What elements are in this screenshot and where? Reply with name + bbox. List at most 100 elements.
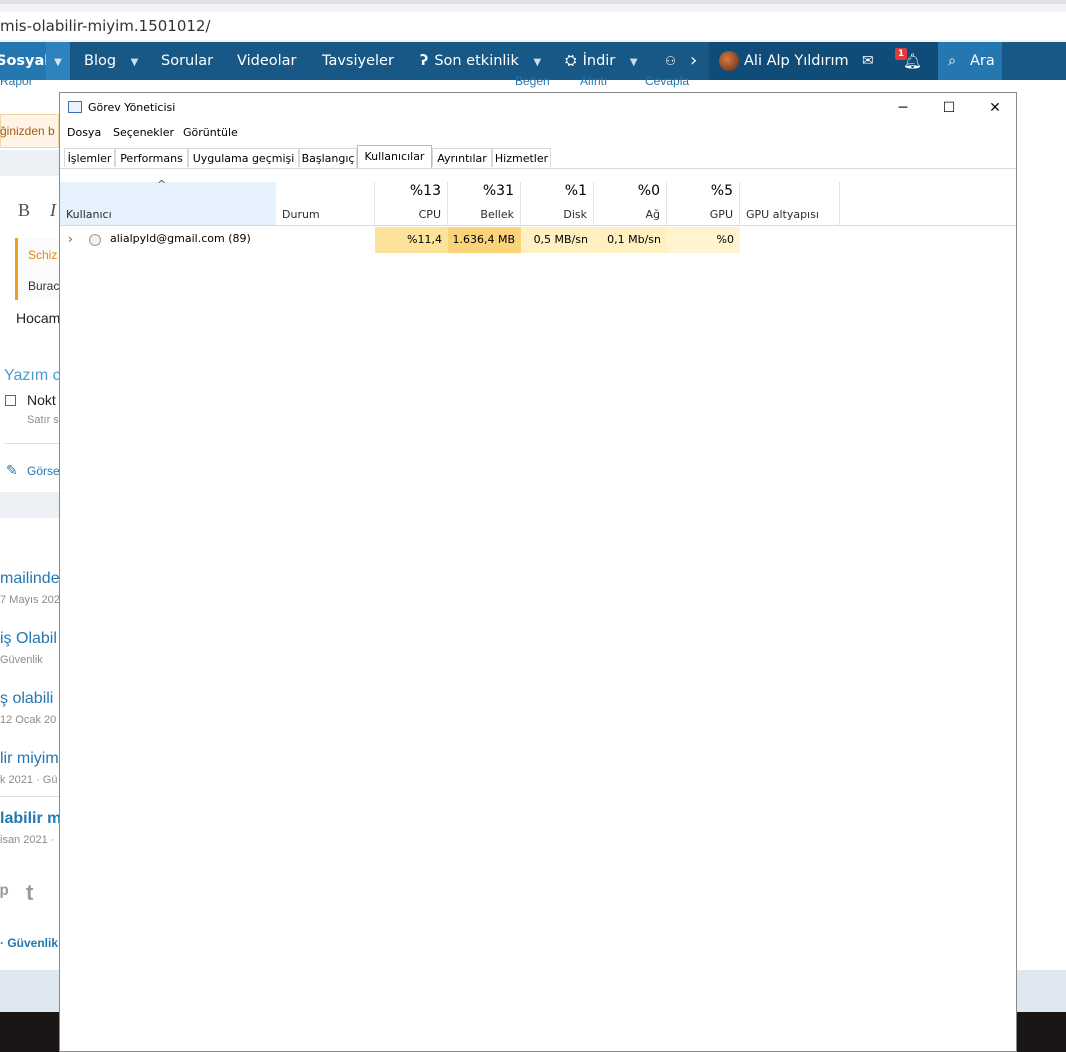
like-link[interactable]: Beğen bbox=[515, 74, 550, 88]
cpu-cell: %11,4 bbox=[375, 227, 448, 253]
question-icon: ʔ bbox=[420, 53, 429, 69]
checkbox-label: Nokt bbox=[27, 392, 56, 408]
avatar bbox=[719, 51, 739, 71]
task-manager-icon bbox=[68, 101, 82, 113]
column-label-user: Kullanıcı bbox=[66, 208, 112, 221]
close-button[interactable]: ✕ bbox=[972, 93, 1018, 123]
column-header-gpu[interactable]: %5 GPU bbox=[667, 182, 740, 226]
nav-item-sorular[interactable]: Sorular bbox=[161, 42, 213, 80]
title-bar[interactable]: Görev Yöneticisi ─ ☐ ✕ bbox=[60, 93, 1016, 123]
search-icon: ⌕ bbox=[948, 53, 957, 69]
tab-hizmetler[interactable]: Hizmetler bbox=[492, 148, 551, 167]
tab-baslangic[interactable]: Başlangıç bbox=[299, 148, 357, 167]
similar-meta-4: k 2021 · Gü bbox=[0, 774, 58, 786]
column-header-disk[interactable]: %1 Disk bbox=[521, 182, 594, 226]
footer-breadcrumb[interactable]: · Güvenlik bbox=[0, 936, 58, 950]
section-separator bbox=[0, 492, 59, 518]
header-divider bbox=[60, 225, 1016, 226]
column-pct-cpu: %13 bbox=[409, 183, 441, 199]
menu-goruntule[interactable]: Görüntüle bbox=[183, 126, 238, 139]
nav-label-indir: İndir bbox=[582, 53, 616, 69]
tab-ayrintilar[interactable]: Ayrıntılar bbox=[432, 148, 492, 167]
divider bbox=[4, 443, 59, 444]
column-header-status[interactable]: Durum bbox=[276, 182, 375, 226]
sort-arrow-icon: ^ bbox=[157, 178, 167, 191]
similar-meta-1: 7 Mayıs 202 bbox=[0, 594, 60, 606]
similar-title-5[interactable]: labilir m bbox=[0, 810, 61, 828]
menu-dosya[interactable]: Dosya bbox=[67, 126, 101, 139]
maximize-button[interactable]: ☐ bbox=[926, 93, 972, 123]
column-label-status: Durum bbox=[282, 208, 320, 221]
gpu-cell: %0 bbox=[667, 227, 740, 253]
similar-meta-5: isan 2021 · bbox=[0, 834, 55, 846]
column-label-network: Ağ bbox=[645, 208, 660, 221]
bell-icon[interactable]: 🔔︎ bbox=[903, 42, 922, 80]
nav-label-blog: Blog bbox=[84, 53, 117, 69]
report-link[interactable]: Rapor bbox=[0, 74, 33, 88]
network-cell: 0,1 Mb/sn bbox=[594, 227, 667, 253]
memory-cell: 1.636,4 MB bbox=[448, 227, 521, 253]
task-manager-window: Görev Yöneticisi ─ ☐ ✕ Dosya Seçenekler … bbox=[59, 92, 1017, 1052]
status-cell bbox=[276, 227, 375, 253]
column-header-network[interactable]: %0 Ağ bbox=[594, 182, 667, 226]
chevron-down-icon: ▼ bbox=[629, 57, 638, 68]
nav-label-sosyal: Sosyal bbox=[0, 53, 50, 69]
menu-secenekler[interactable]: Seçenekler bbox=[113, 126, 174, 139]
gpu-engine-cell bbox=[740, 227, 840, 253]
tab-kullanicilar[interactable]: Kullanıcılar bbox=[357, 145, 432, 168]
italic-button[interactable]: I bbox=[50, 200, 56, 221]
table-row[interactable]: › alialpyld@gmail.com (89) %11,4 1.636,4… bbox=[60, 227, 1016, 253]
tab-islemler[interactable]: İşlemler bbox=[64, 148, 115, 167]
column-header-gpu-engine[interactable]: GPU altyapısı bbox=[740, 182, 840, 226]
divider bbox=[0, 796, 59, 797]
checkbox[interactable] bbox=[5, 395, 16, 406]
disk-cell: 0,5 MB/sn bbox=[521, 227, 594, 253]
column-label-disk: Disk bbox=[563, 208, 587, 221]
tumblr-icon[interactable]: t bbox=[26, 880, 33, 906]
address-field[interactable]: mis-olabilir-miyim.1501012/ bbox=[0, 12, 1066, 40]
checkbox-sub: Satır s bbox=[27, 414, 59, 426]
user-menu[interactable]: Ali Alp Yıldırım ✉ 1 🔔︎ bbox=[709, 42, 944, 80]
column-header-user[interactable]: ^ Kullanıcı bbox=[60, 178, 276, 226]
similar-title-2[interactable]: iş Olabil bbox=[0, 630, 57, 648]
chevron-down-icon[interactable]: ▼ bbox=[46, 42, 70, 80]
column-label-gpu-engine: GPU altyapısı bbox=[746, 208, 819, 221]
bold-button[interactable]: B bbox=[18, 200, 30, 221]
attach-label[interactable]: Görse bbox=[27, 464, 60, 478]
user-name-cell: alialpyld@gmail.com (89) bbox=[110, 232, 251, 245]
similar-meta-2: Güvenlik bbox=[0, 654, 43, 666]
browser-url-bar[interactable]: mis-olabilir-miyim.1501012/ bbox=[0, 0, 1066, 42]
chevron-down-icon: ▼ bbox=[130, 57, 139, 68]
similar-meta-3: 12 Ocak 20 bbox=[0, 714, 57, 726]
column-header-cpu[interactable]: %13 CPU bbox=[375, 182, 448, 226]
column-pct-memory: %31 bbox=[482, 183, 514, 199]
nav-item-videolar[interactable]: Videolar bbox=[237, 42, 297, 80]
nav-item-blog[interactable]: Blog ▼ bbox=[84, 42, 138, 80]
similar-title-3[interactable]: ş olabili bbox=[0, 690, 53, 708]
column-label-gpu: GPU bbox=[709, 208, 733, 221]
column-pct-gpu: %5 bbox=[710, 183, 733, 199]
similar-title-1[interactable]: mailinde bbox=[0, 570, 60, 588]
chevron-right-icon[interactable]: › bbox=[690, 42, 697, 80]
pinterest-icon[interactable]: ᵖ bbox=[0, 880, 9, 906]
column-label-cpu: CPU bbox=[418, 208, 441, 221]
tab-uygulama-gecmisi[interactable]: Uygulama geçmişi bbox=[188, 148, 299, 167]
mail-icon[interactable]: ✉ bbox=[862, 42, 874, 80]
similar-title-4[interactable]: lir miyim bbox=[0, 750, 59, 768]
section-title: Yazım c bbox=[4, 367, 61, 384]
chevron-right-icon[interactable]: › bbox=[68, 227, 73, 251]
nav-label-son-etkinlik: Son etkinlik bbox=[434, 53, 519, 69]
minimize-button[interactable]: ─ bbox=[880, 93, 926, 123]
tab-strip: İşlemler Performans Uygulama geçmişi Baş… bbox=[60, 143, 1016, 169]
reply-text: Hocam bbox=[16, 310, 61, 326]
quote-body: Burac bbox=[28, 279, 60, 293]
search-button[interactable]: ⌕ Ara bbox=[938, 42, 1002, 80]
editor-separator bbox=[0, 150, 59, 176]
window-title: Görev Yöneticisi bbox=[88, 101, 176, 114]
column-header-memory[interactable]: %31 Bellek bbox=[448, 182, 521, 226]
reply-link[interactable]: Cevapla bbox=[645, 74, 689, 88]
quote-link[interactable]: Alıntı bbox=[580, 74, 607, 88]
user-name: Ali Alp Yıldırım bbox=[744, 53, 849, 69]
nav-item-tavsiyeler[interactable]: Tavsiyeler bbox=[322, 42, 394, 80]
tab-performans[interactable]: Performans bbox=[115, 148, 188, 167]
